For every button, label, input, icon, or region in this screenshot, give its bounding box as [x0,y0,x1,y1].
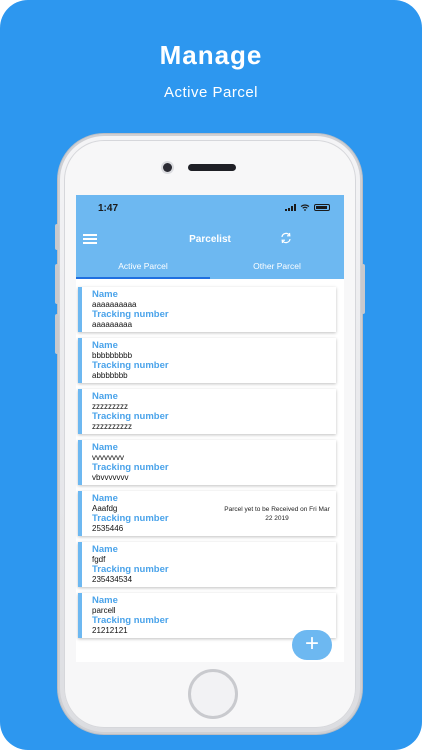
name-value: Aaafdg [92,504,118,513]
promo-headline: Manage [159,40,263,70]
mute-switch [55,224,59,250]
promo-background: Manage Active Parcel 1:47 Parcelist Acti… [0,0,422,750]
name-value: zzzzzzzzz [92,402,128,411]
tracking-label: Tracking number [92,411,169,422]
name-label: Name [92,595,118,606]
tab-other-parcel[interactable]: Other Parcel [210,257,344,279]
tracking-value: aaaaaaaaa [92,320,133,329]
add-parcel-button[interactable]: + [292,630,332,660]
refresh-icon[interactable] [279,231,293,245]
plus-icon: + [304,630,319,657]
name-label: Name [92,340,118,351]
parcel-card[interactable]: Name bbbbbbbbb Tracking number abbbbbbb [78,338,336,383]
tracking-value: 21212121 [92,626,128,635]
tracking-value: vbvvvvvvv [92,473,129,482]
signal-icon [285,204,296,211]
name-value: aaaaaaaaaa [92,300,137,309]
tracking-value: abbbbbbb [92,371,128,380]
home-button [188,669,238,719]
status-time: 1:47 [98,203,119,214]
tab-bar: Active Parcel Other Parcel [76,257,344,279]
phone-frame: 1:47 Parcelist Active Parcel Other Parce… [55,134,365,734]
tab-active-parcel[interactable]: Active Parcel [76,257,210,279]
name-value: parcell [92,606,116,615]
parcel-card[interactable]: Name parcell Tracking number 21212121 [78,593,336,638]
power-button [361,264,365,314]
name-label: Name [92,493,118,504]
app-header: 1:47 Parcelist Active Parcel Other Parce… [76,195,344,279]
wifi-icon [300,204,310,211]
parcel-card[interactable]: Name Aaafdg Tracking number 2535446 Parc… [78,491,336,536]
tracking-label: Tracking number [92,615,169,626]
name-label: Name [92,544,118,555]
promo-subline: Active Parcel [163,84,259,101]
tracking-value: 2535446 [92,524,124,533]
tracking-label: Tracking number [92,309,169,320]
tracking-label: Tracking number [92,462,169,473]
camera-icon [163,163,172,172]
parcel-card[interactable]: Name vvvvvvvv Tracking number vbvvvvvvv [78,440,336,485]
battery-icon [314,204,330,211]
volume-down-button [55,314,59,354]
status-icons [285,204,330,211]
tracking-value: zzzzzzzzzz [92,422,132,431]
tracking-label: Tracking number [92,360,169,371]
name-label: Name [92,391,118,402]
parcel-card[interactable]: Name fgdf Tracking number 235434534 [78,542,336,587]
volume-up-button [55,264,59,304]
name-value: bbbbbbbbb [92,351,133,360]
speaker-grille [188,164,236,171]
name-value: vvvvvvvv [92,453,124,462]
tracking-value: 235434534 [92,575,133,584]
tracking-label: Tracking number [92,513,169,524]
parcel-card[interactable]: Name zzzzzzzzz Tracking number zzzzzzzzz… [78,389,336,434]
name-label: Name [92,289,118,300]
tracking-label: Tracking number [92,564,169,575]
parcel-card[interactable]: Name aaaaaaaaaa Tracking number aaaaaaaa… [78,287,336,332]
name-label: Name [92,442,118,453]
received-status-note: Parcel yet to be Received on Fri Mar 22 … [224,506,330,522]
app-screen: 1:47 Parcelist Active Parcel Other Parce… [76,195,344,662]
name-value: fgdf [92,555,106,564]
page-title: Parcelist [189,234,231,245]
